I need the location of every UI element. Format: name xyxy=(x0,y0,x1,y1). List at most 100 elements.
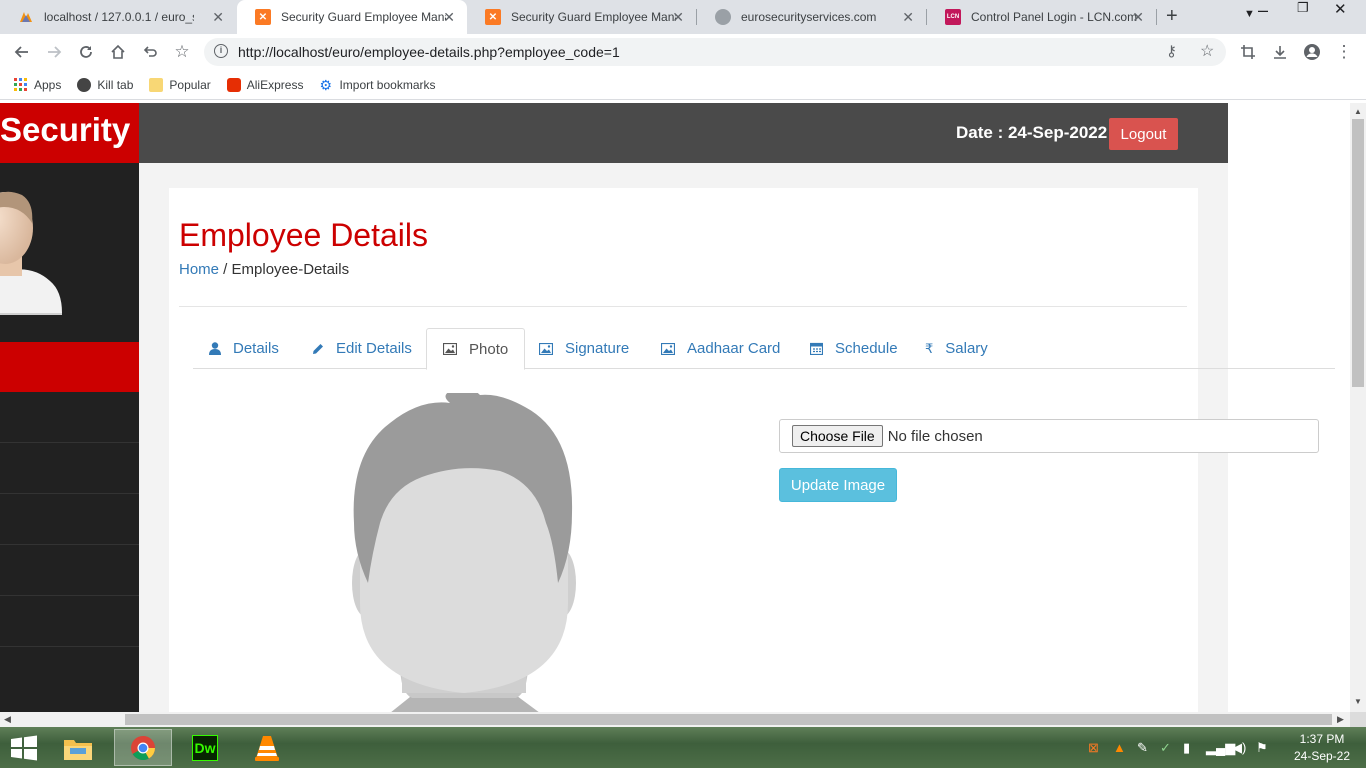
security-tray-icon[interactable]: ✓ xyxy=(1160,740,1171,756)
choose-file-button[interactable]: Choose File xyxy=(792,425,883,447)
sidebar-item[interactable] xyxy=(0,443,139,494)
vlc-tray-icon[interactable]: ▲ xyxy=(1113,740,1126,755)
vertical-scroll-thumb[interactable] xyxy=(1352,119,1364,387)
image-icon xyxy=(661,342,675,355)
close-icon[interactable]: ✕ xyxy=(443,9,455,26)
profile-icon[interactable] xyxy=(1300,40,1324,64)
menu-icon[interactable]: ⋮ xyxy=(1332,40,1356,64)
xampp-icon: ✕ xyxy=(485,9,501,25)
vertical-scrollbar[interactable]: ▲ ▼ xyxy=(1350,103,1366,712)
bookmark-aliexpress[interactable]: AliExpress xyxy=(226,77,303,92)
scroll-down-icon[interactable]: ▼ xyxy=(1354,697,1362,706)
browser-tab-phpmyadmin[interactable]: localhost / 127.0.0.1 / euro_security ✕ xyxy=(0,0,236,34)
divider xyxy=(179,306,1187,307)
undo-icon[interactable] xyxy=(138,40,162,64)
sidebar-item[interactable] xyxy=(0,392,139,443)
url-text[interactable]: http://localhost/euro/employee-details.p… xyxy=(238,44,620,60)
breadcrumb-current: Employee-Details xyxy=(231,261,350,278)
logout-button[interactable]: Logout xyxy=(1109,118,1178,150)
page-title: Employee Details xyxy=(179,217,428,253)
xampp-icon: ✕ xyxy=(255,9,271,25)
browser-toolbar: ☆ i http://localhost/euro/employee-detai… xyxy=(0,34,1366,70)
bookmark-import[interactable]: ⚙ Import bookmarks xyxy=(319,78,435,92)
user-icon xyxy=(209,342,221,355)
dreamweaver-icon[interactable]: Dw xyxy=(176,729,234,766)
pencil-icon xyxy=(312,343,324,355)
browser-tab-strip: localhost / 127.0.0.1 / euro_security ✕ … xyxy=(0,0,1366,34)
apps-grid-icon xyxy=(14,77,28,92)
brand-logo[interactable]: Security xyxy=(0,103,139,163)
browser-tab-eurosecurity[interactable]: eurosecurityservices.com ✕ xyxy=(697,0,926,34)
browser-tab-xampp[interactable]: ✕ Security Guard Employee Management ✕ xyxy=(467,0,696,34)
gear-icon: ⚙ xyxy=(319,76,333,93)
calendar-icon xyxy=(810,342,823,355)
photo-file-input[interactable]: Choose File No file chosen xyxy=(779,419,1319,453)
rupee-icon: ₹ xyxy=(925,340,934,356)
tools-tray-icon[interactable]: ✎ xyxy=(1137,740,1148,756)
sidebar-item-active[interactable] xyxy=(0,342,139,392)
tab-schedule[interactable]: Schedule xyxy=(794,328,914,369)
address-bar[interactable]: i http://localhost/euro/employee-details… xyxy=(204,38,1226,66)
aliexpress-icon xyxy=(226,77,241,92)
bookmark-popular[interactable]: Popular xyxy=(149,77,211,92)
bookmark-kill-tab[interactable]: Kill tab xyxy=(77,77,133,92)
horizontal-scroll-thumb[interactable] xyxy=(125,714,1332,725)
xampp-tray-icon[interactable]: ⊠ xyxy=(1088,740,1099,756)
employee-tabs: Details Edit Details Photo Signature Aad… xyxy=(193,328,1335,370)
browser-tab-active[interactable]: ✕ Security Guard Employee Management ✕ xyxy=(237,0,467,34)
back-icon[interactable] xyxy=(10,40,34,64)
reload-icon[interactable] xyxy=(74,40,98,64)
bookmark-apps[interactable]: Apps xyxy=(14,77,61,92)
tab-photo[interactable]: Photo xyxy=(426,328,526,370)
tab-details[interactable]: Details xyxy=(193,328,295,369)
forward-icon[interactable] xyxy=(42,40,66,64)
top-header: Date : 24-Sep-2022 Logout xyxy=(139,103,1228,163)
close-icon[interactable]: ✕ xyxy=(212,9,224,26)
home-icon[interactable] xyxy=(106,40,130,64)
tab-salary[interactable]: ₹ Salary xyxy=(909,328,1004,369)
sidebar-item[interactable] xyxy=(0,494,139,545)
page-viewport: Security Date : 24-Sep-2022 Logout Emplo… xyxy=(0,103,1350,712)
globe-icon xyxy=(715,9,731,25)
close-icon[interactable]: ✕ xyxy=(672,9,684,26)
tab-search-icon[interactable]: ▼ xyxy=(1244,8,1255,20)
download-icon[interactable] xyxy=(1268,40,1292,64)
scroll-left-icon[interactable]: ◀ xyxy=(4,714,11,725)
signal-icon[interactable]: ▂▄▆ xyxy=(1206,740,1235,756)
sidebar-item[interactable] xyxy=(0,596,139,647)
update-image-button[interactable]: Update Image xyxy=(779,468,897,502)
tab-edit-details[interactable]: Edit Details xyxy=(296,328,428,369)
bookmark-star-icon[interactable]: ☆ xyxy=(170,40,194,64)
horizontal-scrollbar[interactable]: ◀ ▶ xyxy=(0,712,1350,727)
network-icon[interactable]: ⚑ xyxy=(1256,740,1268,756)
folder-icon xyxy=(149,77,164,92)
browser-tab-lcn[interactable]: LCN Control Panel Login - LCN.com ✕ xyxy=(927,0,1156,34)
windows-start-icon[interactable] xyxy=(10,735,38,761)
scrollbar-corner xyxy=(1350,712,1366,727)
chrome-icon[interactable] xyxy=(114,729,172,766)
tab-signature[interactable]: Signature xyxy=(523,328,645,369)
system-clock[interactable]: 1:37 PM 24-Sep-22 xyxy=(1287,731,1357,765)
tab-aadhaar-card[interactable]: Aadhaar Card xyxy=(645,328,796,369)
close-icon[interactable]: ✕ xyxy=(1132,9,1144,26)
close-icon[interactable]: ✕ xyxy=(902,9,914,26)
close-window-button[interactable]: ✕ xyxy=(1334,0,1347,18)
breadcrumb-home-link[interactable]: Home xyxy=(179,261,219,278)
phpmyadmin-icon xyxy=(18,9,34,25)
file-explorer-icon[interactable] xyxy=(49,729,107,766)
key-icon[interactable]: ⚷ xyxy=(1166,42,1177,60)
new-tab-button[interactable]: + xyxy=(1166,5,1178,28)
scroll-up-icon[interactable]: ▲ xyxy=(1354,107,1362,116)
site-info-icon[interactable]: i xyxy=(214,44,228,58)
employee-photo-placeholder xyxy=(350,393,578,712)
volume-icon[interactable]: ◀) xyxy=(1232,740,1246,756)
scroll-right-icon[interactable]: ▶ xyxy=(1337,714,1344,725)
battery-icon[interactable]: ▮ xyxy=(1183,740,1190,756)
minimize-button[interactable]: – xyxy=(1258,0,1268,21)
crop-icon[interactable] xyxy=(1236,40,1260,64)
vlc-icon[interactable] xyxy=(238,729,296,766)
sidebar-item[interactable] xyxy=(0,545,139,596)
restore-button[interactable]: ❐ xyxy=(1297,0,1309,16)
star-icon[interactable]: ☆ xyxy=(1200,41,1214,61)
current-date: Date : 24-Sep-2022 xyxy=(956,123,1108,142)
